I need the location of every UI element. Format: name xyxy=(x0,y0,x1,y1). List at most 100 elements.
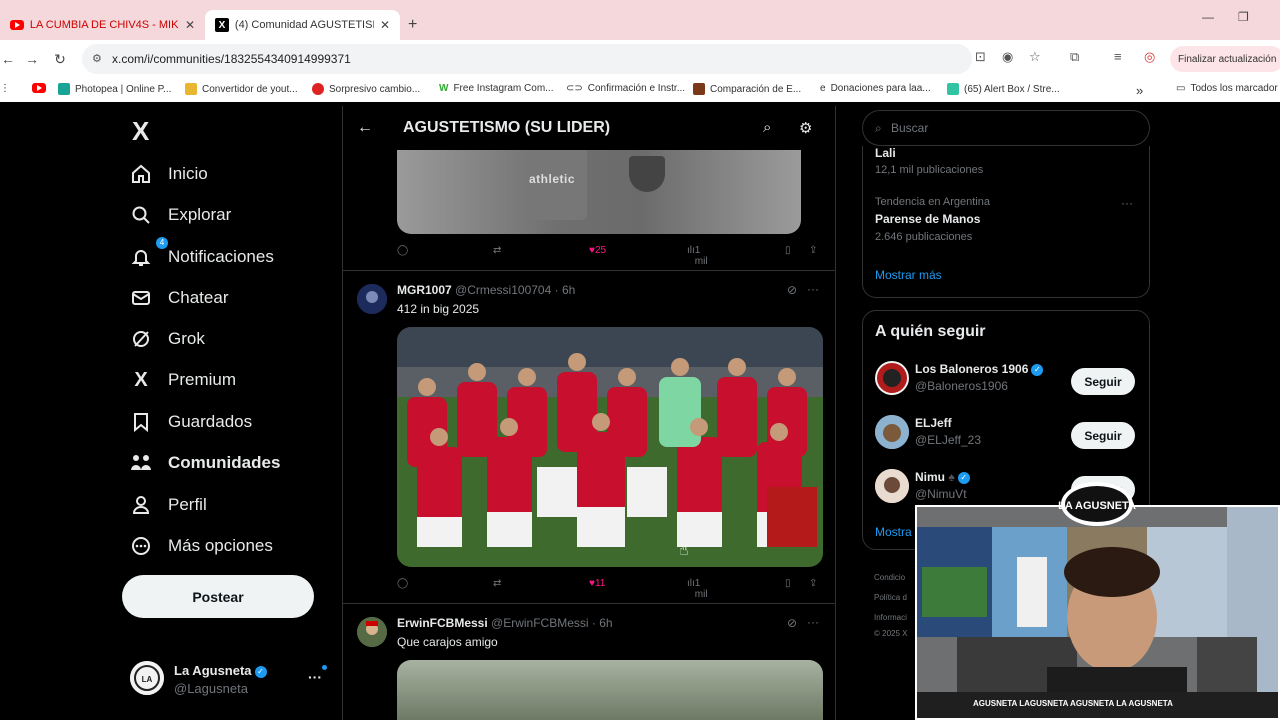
bookmark-item[interactable]: e Donaciones para laa... xyxy=(820,83,931,94)
extensions-icon[interactable]: ⧉ xyxy=(1070,49,1079,65)
bookmark-item[interactable]: Convertidor de yout... xyxy=(185,83,298,95)
bookmark-youtube[interactable] xyxy=(32,83,46,93)
section-title: A quién seguir xyxy=(875,323,986,340)
tab-x-community[interactable]: X (4) Comunidad AGUSTETISMO ✕ xyxy=(205,10,400,40)
forward-arrow-icon[interactable]: → xyxy=(18,51,46,67)
site-icon xyxy=(693,83,705,95)
avatar[interactable] xyxy=(357,617,387,647)
follow-button[interactable]: Seguir xyxy=(1071,368,1135,395)
follow-name[interactable]: ELJeff xyxy=(915,416,952,430)
grok-icon[interactable]: ⊘ xyxy=(787,616,797,630)
views-stat[interactable]: ılı 1 mil xyxy=(687,245,708,267)
footer-link[interactable]: Política d xyxy=(874,593,907,602)
follow-handle: @NimuVt xyxy=(915,487,967,501)
nav-item-premium[interactable]: X Premium xyxy=(130,362,236,398)
account-switcher[interactable]: LA La Agusneta ✓ @Lagusneta ··· xyxy=(130,661,335,701)
star-icon[interactable]: ☆ xyxy=(1029,49,1041,65)
reply-icon[interactable]: ◯ xyxy=(397,578,408,589)
close-icon[interactable]: ✕ xyxy=(380,18,390,32)
retweet-icon[interactable]: ⇄ xyxy=(493,578,501,589)
more-circle-icon xyxy=(130,535,152,557)
reply-icon[interactable]: ◯ xyxy=(397,245,408,256)
share-icon[interactable]: ⇪ xyxy=(809,245,817,256)
follow-button[interactable]: Seguir xyxy=(1071,422,1135,449)
trend-name[interactable]: Lali xyxy=(875,146,896,160)
post-button[interactable]: Postear xyxy=(122,575,314,618)
gear-icon[interactable]: ⚙ xyxy=(799,119,812,137)
nav-label: Más opciones xyxy=(168,536,273,555)
more-icon[interactable]: ··· xyxy=(308,669,322,685)
nav-item-comunidades[interactable]: Comunidades xyxy=(130,445,280,481)
team-photo[interactable] xyxy=(397,327,823,567)
nav-item-perfil[interactable]: Perfil xyxy=(130,487,207,523)
update-button[interactable]: Finalizar actualización xyxy=(1170,46,1280,72)
close-icon[interactable]: ✕ xyxy=(185,18,195,32)
nav-item-mas-opciones[interactable]: Más opciones xyxy=(130,528,273,564)
search-input[interactable]: ⌕ Buscar xyxy=(862,110,1150,146)
nav-item-notificaciones[interactable]: 4 Notificaciones xyxy=(130,237,274,275)
tweet-media[interactable] xyxy=(397,660,823,720)
bookmark-icon[interactable]: ▯ xyxy=(785,578,791,589)
site-info-icon[interactable]: ⚙ xyxy=(92,52,102,65)
grok-icon[interactable]: ⊘ xyxy=(787,283,797,297)
streamer-logo: LA AGUSNETA xyxy=(1058,478,1136,530)
tweet-media[interactable]: athletic xyxy=(397,150,801,234)
profile-icon[interactable]: ◎ xyxy=(1144,49,1155,65)
views-stat[interactable]: ılı 1 mil xyxy=(687,578,708,600)
follow-name[interactable]: Los Baloneros 1906 ✓ xyxy=(915,362,1044,376)
nav-item-guardados[interactable]: Guardados xyxy=(130,404,252,440)
like-button[interactable]: ♥ 11 xyxy=(589,578,605,589)
show-more-link[interactable]: Mostra xyxy=(875,525,912,539)
search-icon[interactable]: ⌕ xyxy=(763,119,771,136)
nav-label: Grok xyxy=(168,329,205,348)
bookmark-item[interactable]: Sorpresivo cambio... xyxy=(312,83,420,95)
bookmark-item[interactable]: ⊂⊃ Confirmación e Instr... xyxy=(566,83,685,94)
tweet-time: · 6h xyxy=(591,616,613,630)
x-logo[interactable]: X xyxy=(132,116,149,147)
bookmark-item[interactable]: Comparación de E... xyxy=(693,83,801,95)
all-bookmarks[interactable]: ▭ Todos los marcador xyxy=(1176,83,1278,94)
nav-item-inicio[interactable]: Inicio xyxy=(130,156,208,192)
bookmark-item[interactable]: (65) Alert Box / Stre... xyxy=(947,83,1060,95)
avatar[interactable] xyxy=(875,415,909,449)
bookmark-icon[interactable]: ▯ xyxy=(785,245,791,256)
bookmarks-overflow-icon[interactable]: » xyxy=(1136,83,1143,98)
more-icon[interactable]: ··· xyxy=(807,282,819,296)
trend-name[interactable]: Parense de Manos xyxy=(875,212,980,226)
apps-icon[interactable]: ⋮ xyxy=(0,83,10,94)
share-icon[interactable]: ⇪ xyxy=(809,578,817,589)
install-app-icon[interactable]: ⊡ xyxy=(975,49,986,65)
url-field[interactable]: ⚙ x.com/i/communities/183255434091499937… xyxy=(82,44,972,74)
nav-item-chatear[interactable]: Chatear xyxy=(130,280,228,316)
divider xyxy=(343,603,835,604)
show-more-link[interactable]: Mostrar más xyxy=(875,268,942,282)
feed-header: ← AGUSTETISMO (SU LIDER) ⌕ ⚙ xyxy=(343,106,835,150)
footer-link[interactable]: Informaci xyxy=(874,613,907,622)
footer-link[interactable]: © 2025 X xyxy=(874,629,907,638)
new-tab-button[interactable]: + xyxy=(408,16,417,34)
tweet-author[interactable]: ErwinFCBMessi @ErwinFCBMessi · 6h xyxy=(397,616,613,630)
more-icon[interactable]: ··· xyxy=(1121,196,1133,210)
avatar[interactable] xyxy=(357,284,387,314)
follow-name[interactable]: Nimu ♠ ✓ xyxy=(915,470,970,484)
bell-icon xyxy=(130,246,152,268)
folder-icon: ▭ xyxy=(1176,83,1186,94)
media-control-icon[interactable]: ≡ xyxy=(1114,49,1122,64)
avatar[interactable] xyxy=(875,469,909,503)
bookmark-item[interactable]: Photopea | Online P... xyxy=(58,83,171,95)
footer-link[interactable]: Condicio xyxy=(874,573,905,582)
bookmark-item[interactable]: W Free Instagram Com... xyxy=(439,83,553,94)
reload-icon[interactable]: ↻ xyxy=(46,51,74,68)
eye-off-icon[interactable]: ◉ xyxy=(1002,49,1013,65)
nav-item-explorar[interactable]: Explorar xyxy=(130,197,231,233)
back-arrow-icon[interactable]: ← xyxy=(357,119,373,137)
tweet-author[interactable]: MGR1007 @Crmessi100704 · 6h xyxy=(397,283,575,297)
more-icon[interactable]: ··· xyxy=(807,615,819,629)
tab-youtube[interactable]: LA CUMBIA DE CHIV4S - MIKE ✕ xyxy=(0,10,205,40)
restore-icon[interactable]: ❐ xyxy=(1238,10,1249,24)
like-button[interactable]: ♥ 25 xyxy=(589,245,606,256)
nav-item-grok[interactable]: Grok xyxy=(130,321,205,357)
avatar[interactable] xyxy=(875,361,909,395)
retweet-icon[interactable]: ⇄ xyxy=(493,245,501,256)
minimize-icon[interactable]: — xyxy=(1202,10,1214,24)
